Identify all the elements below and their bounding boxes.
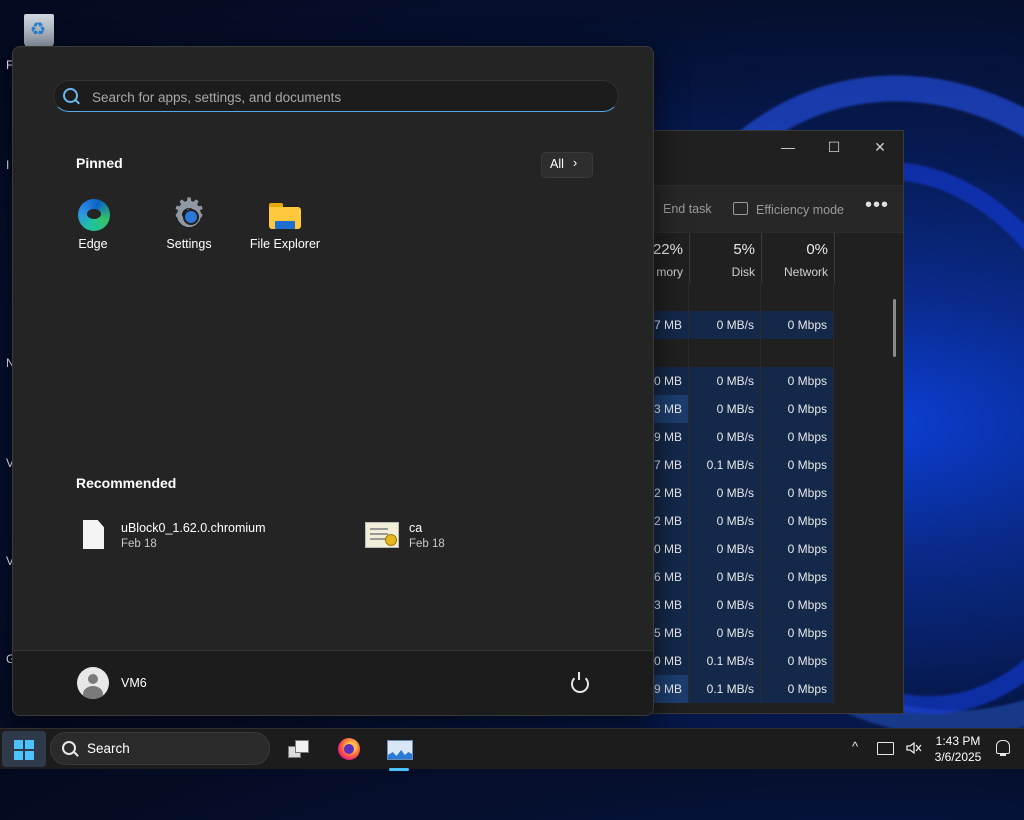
efficiency-mode-label: Efficiency mode [756,203,845,217]
pinned-app-file-explorer[interactable]: File Explorer [237,197,333,257]
network-cell: 0 Mbps [761,507,834,535]
disk-cell: 0 MB/s [689,591,761,619]
all-apps-label: All [550,157,564,171]
folder-icon [269,203,301,229]
taskbar-firefox[interactable] [331,732,367,766]
network-cell: 0 Mbps [761,395,834,423]
chevron-right-icon: › [573,156,578,170]
leaf-icon [733,202,748,215]
pinned-app-label: Edge [78,237,108,251]
memory-percent: 22% [652,241,683,258]
disk-cell: 0 MB/s [689,367,761,395]
notification-bell-icon[interactable] [996,740,1010,756]
network-cell: 0 Mbps [761,479,834,507]
disk-cell: 0.1 MB/s [689,675,761,703]
minimize-button[interactable]: — [773,139,803,155]
disk-cell [689,339,761,367]
recommended-heading: Recommended [76,475,177,491]
active-app-indicator [389,768,409,771]
network-cell: 0 Mbps [761,563,834,591]
disk-cell: 0 MB/s [689,395,761,423]
taskbar-task-manager[interactable] [381,732,417,771]
column-header-network[interactable]: 0% Network [761,233,835,283]
task-view-button[interactable] [280,732,316,766]
network-label: Network [783,265,828,279]
clock-date: 3/6/2025 [934,750,982,764]
more-options-button[interactable]: ••• [865,194,889,217]
recycle-bin-icon[interactable] [20,8,58,48]
recommended-item[interactable]: ca Feb 18 [365,519,545,553]
disk-cell [689,283,761,311]
maximize-button[interactable]: ☐ [819,139,849,156]
network-cell [761,339,834,367]
search-icon [62,741,76,755]
start-menu-footer: VM6 [13,650,653,715]
network-cell: 0 Mbps [761,591,834,619]
search-icon [63,88,78,103]
recommended-item-name: uBlock0_1.62.0.chromium [121,521,266,535]
network-cell: 0 Mbps [761,367,834,395]
edge-icon [78,199,110,231]
recommended-item[interactable]: uBlock0_1.62.0.chromium Feb 18 [77,519,317,553]
disk-cell: 0 MB/s [689,563,761,591]
pinned-app-settings[interactable]: Settings [141,190,237,257]
network-percent: 0% [806,241,828,258]
settings-gear-icon [172,190,206,235]
network-cell: 0 Mbps [761,647,834,675]
start-search-input[interactable] [90,81,594,113]
recommended-item-date: Feb 18 [121,538,157,550]
disk-label: Disk [731,265,755,279]
network-icon[interactable] [877,742,894,755]
recommended-item-date: Feb 18 [409,538,445,550]
certificate-icon [365,522,399,548]
disk-cell: 0 MB/s [689,619,761,647]
pinned-app-label: Settings [166,237,212,251]
pinned-app-edge[interactable]: Edge [45,197,141,257]
start-menu: Pinned All › Edge Settings File Explorer… [12,46,654,716]
network-cell: 0 Mbps [761,311,834,339]
disk-cell: 0.1 MB/s [689,451,761,479]
taskbar: Search ^ 1:43 PM 3/6/2025 [0,728,1024,771]
firefox-icon [338,738,360,760]
close-button[interactable]: ✕ [865,139,895,156]
taskbar-clock[interactable]: 1:43 PM 3/6/2025 [928,733,988,765]
column-header-disk[interactable]: 5% Disk [689,233,762,283]
scrollbar[interactable] [893,299,896,357]
file-icon [83,520,104,549]
disk-cell: 0 MB/s [689,507,761,535]
network-cell: 0 Mbps [761,675,834,703]
pinned-heading: Pinned [76,155,123,171]
windows-logo-icon [14,740,34,760]
clock-time: 1:43 PM [935,734,981,748]
network-cell: 0 Mbps [761,451,834,479]
network-cell: 0 Mbps [761,619,834,647]
network-cell: 0 Mbps [761,423,834,451]
start-button[interactable] [2,731,46,767]
disk-percent: 5% [733,241,755,258]
user-name[interactable]: VM6 [121,676,147,690]
disk-cell: 0 MB/s [689,479,761,507]
task-manager-icon [387,740,413,760]
recommended-item-name: ca [409,521,423,535]
volume-muted-icon[interactable] [906,741,922,755]
desktop-icon-label[interactable]: I [6,158,9,172]
disk-cell: 0.1 MB/s [689,647,761,675]
end-task-button[interactable]: End task [663,202,712,216]
power-icon[interactable] [571,672,589,693]
taskbar-search-label: Search [87,741,130,756]
disk-cell: 0 MB/s [689,311,761,339]
network-cell [761,283,834,311]
pinned-app-label: File Explorer [249,237,321,251]
taskbar-search-box[interactable]: Search [50,732,270,765]
disk-cell: 0 MB/s [689,535,761,563]
user-avatar-icon[interactable] [77,667,109,699]
disk-cell: 0 MB/s [689,423,761,451]
efficiency-mode-button[interactable]: Efficiency mode [733,202,844,217]
memory-label: mory [656,265,683,279]
all-apps-button[interactable]: All › [541,152,593,178]
network-cell: 0 Mbps [761,535,834,563]
task-view-icon [288,740,309,758]
show-hidden-icons-chevron-icon[interactable]: ^ [852,739,858,754]
start-search-box[interactable] [53,80,619,113]
